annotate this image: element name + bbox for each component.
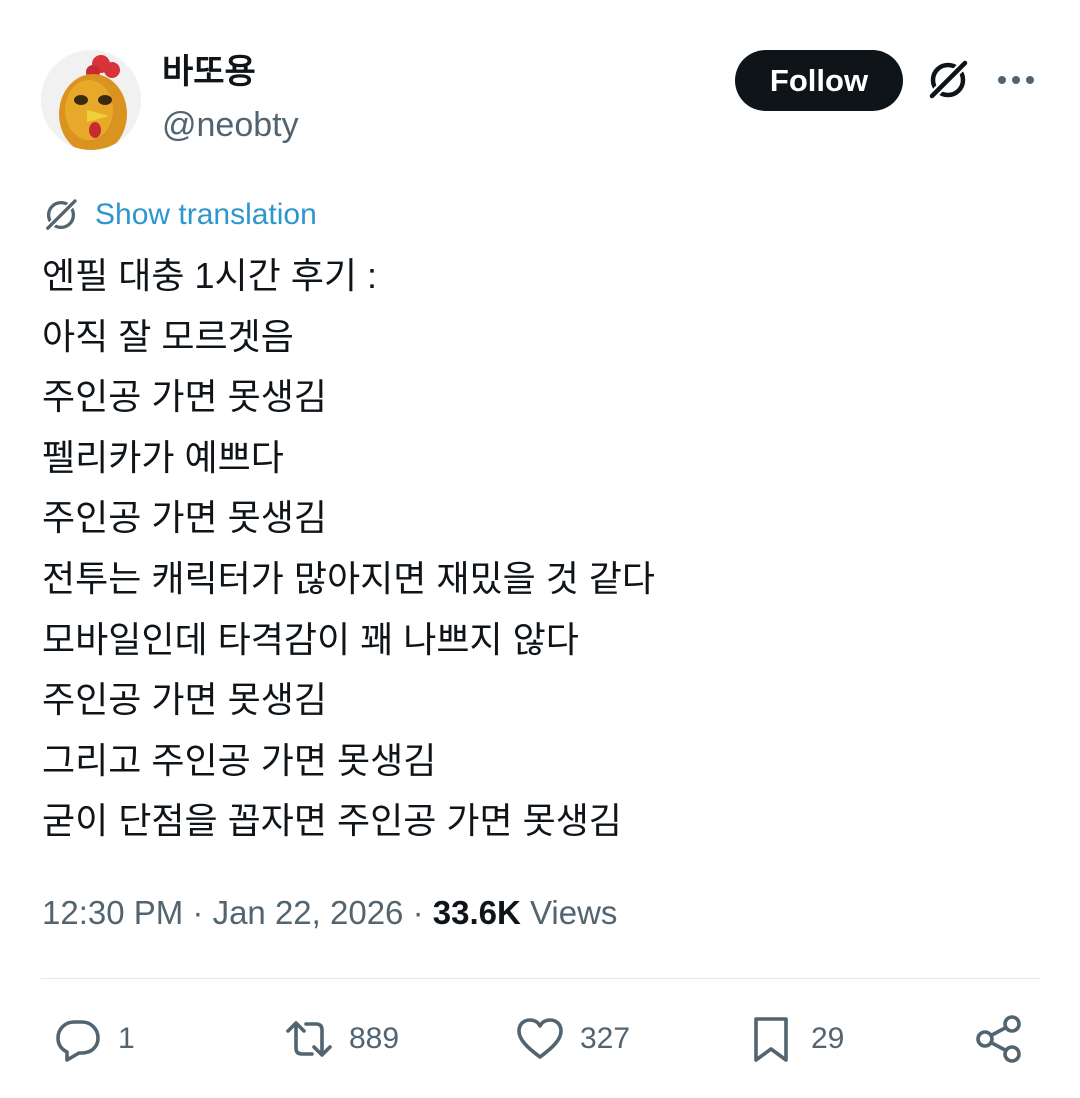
avatar[interactable]: [41, 50, 141, 150]
tweet-line: 펠리카가 예쁘다: [42, 436, 284, 478]
views-count: 33.6K: [432, 894, 521, 931]
tweet-line: 주인공 가면 못생김: [42, 679, 327, 721]
more-icon[interactable]: [994, 62, 1038, 98]
heart-icon: [517, 1018, 563, 1059]
like-count: 327: [580, 1022, 631, 1055]
tweet-date[interactable]: Jan 22, 2026: [213, 894, 404, 931]
reply-icon: [56, 1020, 100, 1062]
bookmark-icon: [754, 1017, 788, 1062]
meta-separator: ·: [403, 894, 433, 931]
like-button[interactable]: 327: [515, 1013, 630, 1065]
tweet-line: 주인공 가면 못생김: [42, 497, 327, 539]
bookmark-count: 29: [811, 1022, 845, 1055]
repost-icon: [286, 1021, 332, 1057]
chicken-avatar-icon: [41, 50, 141, 150]
follow-button[interactable]: Follow: [735, 50, 903, 111]
tweet-line: 엔필 대충 1시간 후기 :: [42, 255, 377, 296]
divider: [41, 978, 1040, 979]
reply-button[interactable]: 1: [53, 1013, 135, 1065]
tweet-time[interactable]: 12:30 PM: [42, 894, 183, 931]
tweet-line: 전투는 캐릭터가 많아지면 재밌을 것 같다: [42, 557, 656, 599]
bookmark-button[interactable]: 29: [746, 1013, 844, 1065]
grok-icon[interactable]: [925, 57, 971, 103]
share-button[interactable]: [973, 1013, 1025, 1065]
views-label: Views: [529, 894, 618, 931]
meta-separator: ·: [183, 894, 213, 931]
show-translation-link[interactable]: Show translation: [42, 195, 317, 235]
repost-count: 889: [349, 1022, 400, 1055]
display-name[interactable]: 바또용: [162, 50, 256, 94]
tweet-text: 엔필 대충 1시간 후기 : 아직 잘 모르겟음 주인공 가면 못생김 펠리카가…: [42, 246, 1042, 852]
handle[interactable]: @neobty: [162, 103, 299, 147]
tweet-line: 모바일인데 타격감이 꽤 나쁘지 않다: [42, 618, 579, 660]
tweet-meta: 12:30 PM · Jan 22, 2026 · 33.6K Views: [42, 890, 617, 936]
tweet-line: 굳이 단점을 꼽자면 주인공 가면 못생김: [42, 800, 622, 842]
show-translation-label: Show translation: [95, 198, 317, 231]
tweet-line: 그리고 주인공 가면 못생김: [42, 739, 437, 781]
tweet-line: 아직 잘 모르겟음: [42, 315, 294, 357]
share-icon: [976, 1015, 1021, 1063]
repost-button[interactable]: 889: [284, 1013, 399, 1065]
tweet-line: 주인공 가면 못생김: [42, 376, 327, 418]
reply-count: 1: [118, 1022, 135, 1055]
grok-icon: [43, 197, 79, 233]
